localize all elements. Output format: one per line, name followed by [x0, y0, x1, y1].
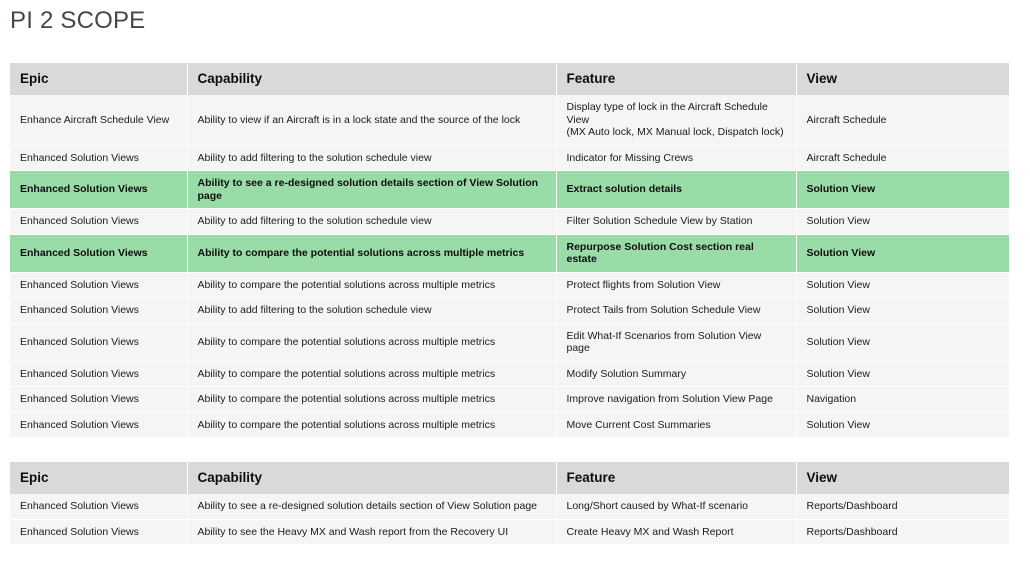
cell-capability: Ability to add filtering to the solution…	[187, 297, 557, 324]
table-body: Enhanced Solution Views Ability to see a …	[10, 494, 1009, 545]
cell-epic: Enhanced Solution Views	[10, 297, 188, 324]
scope-table: Epic Capability Feature View Enhanced So…	[10, 462, 1009, 545]
cell-feature: Protect Tails from Solution Schedule Vie…	[556, 297, 797, 324]
table-row: Enhanced Solution Views Ability to see a …	[10, 170, 1009, 209]
cell-capability: Ability to compare the potential solutio…	[187, 323, 557, 362]
table-row: Enhanced Solution Views Ability to add fi…	[10, 297, 1009, 324]
cell-capability: Ability to see a re-designed solution de…	[187, 494, 557, 520]
cell-capability: Ability to add filtering to the solution…	[187, 208, 557, 235]
scope-table: Epic Capability Feature View Enhance Air…	[10, 63, 1009, 438]
cell-epic: Enhanced Solution Views	[10, 361, 188, 387]
table-row: Enhanced Solution Views Ability to add fi…	[10, 208, 1009, 235]
cell-capability: Ability to see a re-designed solution de…	[187, 170, 557, 209]
column-header-feature: Feature	[556, 63, 797, 95]
cell-view: Reports/Dashboard	[796, 519, 1009, 545]
table-row: Enhance Aircraft Schedule View Ability to…	[10, 95, 1009, 146]
cell-view: Solution View	[796, 208, 1009, 235]
cell-view: Solution View	[796, 297, 1009, 324]
scope-table-secondary: Epic Capability Feature View Enhanced So…	[10, 462, 1009, 545]
cell-view: Solution View	[796, 412, 1009, 438]
table-header-row: Epic Capability Feature View	[10, 462, 1009, 494]
column-header-capability: Capability	[187, 462, 557, 494]
column-header-view: View	[796, 63, 1009, 95]
slide-canvas: PI 2 SCOPE Epic Capability Feature View …	[0, 0, 1030, 569]
table-body: Enhance Aircraft Schedule View Ability to…	[10, 95, 1009, 438]
table-header: Epic Capability Feature View	[10, 63, 1009, 95]
table-header: Epic Capability Feature View	[10, 462, 1009, 494]
cell-feature: Repurpose Solution Cost section real est…	[556, 234, 797, 273]
cell-view: Solution View	[796, 361, 1009, 387]
cell-epic: Enhanced Solution Views	[10, 323, 188, 362]
cell-epic: Enhanced Solution Views	[10, 145, 188, 171]
table-row: Enhanced Solution Views Ability to compar…	[10, 361, 1009, 387]
cell-capability: Ability to add filtering to the solution…	[187, 145, 557, 171]
cell-feature: Create Heavy MX and Wash Report	[556, 519, 797, 545]
cell-epic: Enhanced Solution Views	[10, 412, 188, 438]
column-header-epic: Epic	[10, 462, 188, 494]
cell-capability: Ability to compare the potential solutio…	[187, 386, 557, 413]
table-row: Enhanced Solution Views Ability to compar…	[10, 234, 1009, 273]
column-header-view: View	[796, 462, 1009, 494]
cell-view: Aircraft Schedule	[796, 95, 1009, 146]
column-header-capability: Capability	[187, 63, 557, 95]
page-title: PI 2 SCOPE	[10, 7, 146, 34]
scope-table-primary: Epic Capability Feature View Enhance Air…	[10, 63, 1009, 438]
table-row: Enhanced Solution Views Ability to compar…	[10, 272, 1009, 298]
column-header-epic: Epic	[10, 63, 188, 95]
table-row: Enhanced Solution Views Ability to add fi…	[10, 145, 1009, 171]
cell-capability: Ability to compare the potential solutio…	[187, 361, 557, 387]
column-header-feature: Feature	[556, 462, 797, 494]
table-row: Enhanced Solution Views Ability to see th…	[10, 519, 1009, 545]
cell-feature: Improve navigation from Solution View Pa…	[556, 386, 797, 413]
table-row: Enhanced Solution Views Ability to compar…	[10, 386, 1009, 413]
cell-epic: Enhanced Solution Views	[10, 494, 188, 520]
cell-feature: Indicator for Missing Crews	[556, 145, 797, 171]
cell-capability: Ability to compare the potential solutio…	[187, 412, 557, 438]
cell-epic: Enhanced Solution Views	[10, 208, 188, 235]
cell-view: Solution View	[796, 170, 1009, 209]
cell-capability: Ability to see the Heavy MX and Wash rep…	[187, 519, 557, 545]
cell-epic: Enhanced Solution Views	[10, 272, 188, 298]
cell-epic: Enhanced Solution Views	[10, 386, 188, 413]
table-header-row: Epic Capability Feature View	[10, 63, 1009, 95]
cell-feature: Edit What-If Scenarios from Solution Vie…	[556, 323, 797, 362]
cell-epic: Enhanced Solution Views	[10, 519, 188, 545]
cell-feature: Move Current Cost Summaries	[556, 412, 797, 438]
table-row: Enhanced Solution Views Ability to compar…	[10, 412, 1009, 438]
cell-capability: Ability to compare the potential solutio…	[187, 234, 557, 273]
cell-feature: Extract solution details	[556, 170, 797, 209]
cell-capability: Ability to view if an Aircraft is in a l…	[187, 95, 557, 146]
cell-epic: Enhanced Solution Views	[10, 170, 188, 209]
cell-feature: Filter Solution Schedule View by Station	[556, 208, 797, 235]
cell-epic: Enhanced Solution Views	[10, 234, 188, 273]
cell-view: Navigation	[796, 386, 1009, 413]
table-row: Enhanced Solution Views Ability to compar…	[10, 323, 1009, 362]
cell-view: Reports/Dashboard	[796, 494, 1009, 520]
table-row: Enhanced Solution Views Ability to see a …	[10, 494, 1009, 520]
cell-feature: Modify Solution Summary	[556, 361, 797, 387]
cell-capability: Ability to compare the potential solutio…	[187, 272, 557, 298]
cell-feature: Long/Short caused by What-If scenario	[556, 494, 797, 520]
cell-view: Solution View	[796, 323, 1009, 362]
cell-view: Aircraft Schedule	[796, 145, 1009, 171]
cell-feature: Protect flights from Solution View	[556, 272, 797, 298]
cell-feature: Display type of lock in the Aircraft Sch…	[556, 95, 797, 146]
cell-view: Solution View	[796, 234, 1009, 273]
cell-epic: Enhance Aircraft Schedule View	[10, 95, 188, 146]
cell-view: Solution View	[796, 272, 1009, 298]
